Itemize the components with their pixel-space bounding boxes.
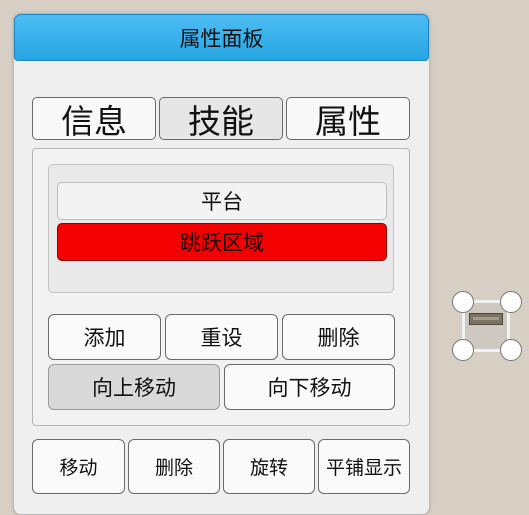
resize-handle-top-right[interactable] [500, 291, 522, 313]
tab-skills[interactable]: 技能 [159, 97, 283, 141]
toolbar-tile-button[interactable]: 平铺显示 [318, 439, 410, 494]
resize-handle-top-left[interactable] [452, 291, 474, 313]
tab-content: 平台 跳跃区域 添加 重设 删除 向上移动 向下移动 [32, 148, 410, 426]
move-down-button[interactable]: 向下移动 [224, 364, 395, 410]
toolbar-delete-button[interactable]: 删除 [128, 439, 220, 494]
resize-handle-bottom-right[interactable] [500, 339, 522, 361]
resize-handle-bottom-left[interactable] [452, 339, 474, 361]
property-panel: 属性面板 信息 技能 属性 平台 跳跃区域 添加 重设 删除 向上移动 向下移动… [13, 13, 430, 515]
tab-info[interactable]: 信息 [32, 97, 156, 141]
delete-button[interactable]: 删除 [282, 314, 395, 360]
move-up-button[interactable]: 向上移动 [48, 364, 220, 410]
item-list: 平台 跳跃区域 [48, 164, 394, 293]
toolbar-move-button[interactable]: 移动 [32, 439, 125, 494]
tab-attributes[interactable]: 属性 [286, 97, 410, 141]
list-item-platform[interactable]: 平台 [57, 182, 387, 220]
add-button[interactable]: 添加 [48, 314, 161, 360]
reset-button[interactable]: 重设 [165, 314, 278, 360]
panel-header[interactable]: 属性面板 [14, 14, 429, 61]
list-item-jump-area[interactable]: 跳跃区域 [57, 223, 387, 261]
toolbar-rotate-button[interactable]: 旋转 [223, 439, 315, 494]
panel-title: 属性面板 [179, 26, 264, 51]
platform-object[interactable] [469, 313, 503, 325]
